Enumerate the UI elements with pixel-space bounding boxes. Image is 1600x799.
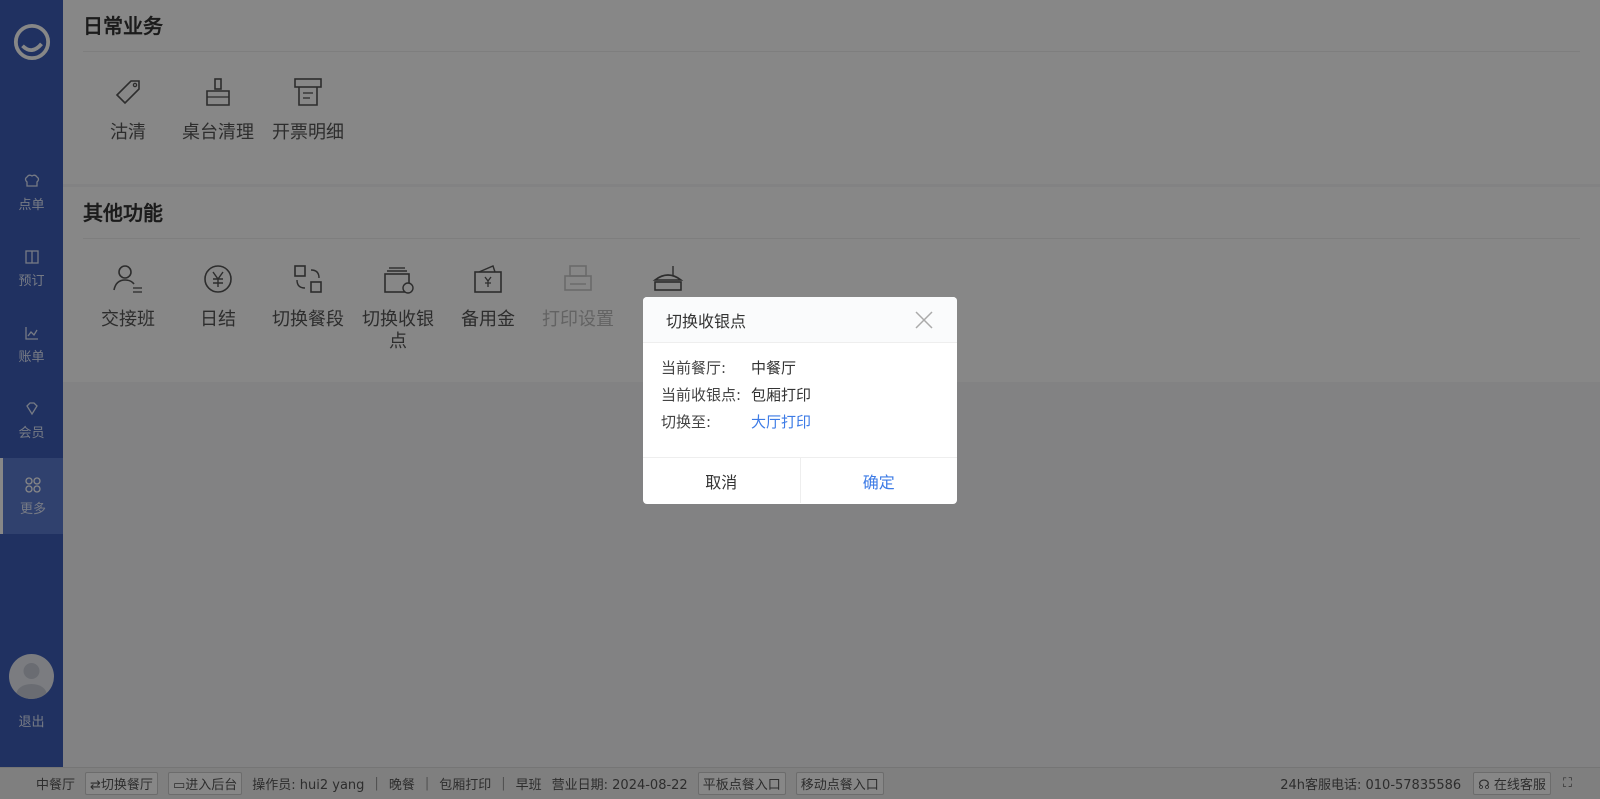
target-cashier-select[interactable]: 大厅打印 (751, 409, 811, 436)
row-value: 中餐厅 (751, 359, 797, 377)
current-cashier-row: 当前收银点: 包厢打印 (661, 382, 939, 409)
cancel-button[interactable]: 取消 (643, 458, 801, 503)
confirm-button[interactable]: 确定 (801, 458, 958, 503)
row-label: 当前收银点: (661, 386, 742, 404)
row-label: 当前餐厅: (661, 359, 727, 377)
switch-to-row: 切换至: 大厅打印 (661, 409, 939, 436)
close-icon[interactable] (913, 309, 935, 331)
row-label: 切换至: (661, 413, 712, 431)
dialog-title: 切换收银点 (666, 311, 747, 331)
dialog-footer: 取消 确定 (643, 457, 957, 503)
dialog-body: 当前餐厅: 中餐厅 当前收银点: 包厢打印 切换至: 大厅打印 (643, 343, 957, 457)
current-restaurant-row: 当前餐厅: 中餐厅 (661, 355, 939, 382)
dialog-header: 切换收银点 (643, 297, 957, 343)
row-value: 包厢打印 (751, 386, 812, 404)
switch-cashier-dialog: 切换收银点 当前餐厅: 中餐厅 当前收银点: 包厢打印 切换至: 大厅打印 取消… (643, 297, 957, 504)
